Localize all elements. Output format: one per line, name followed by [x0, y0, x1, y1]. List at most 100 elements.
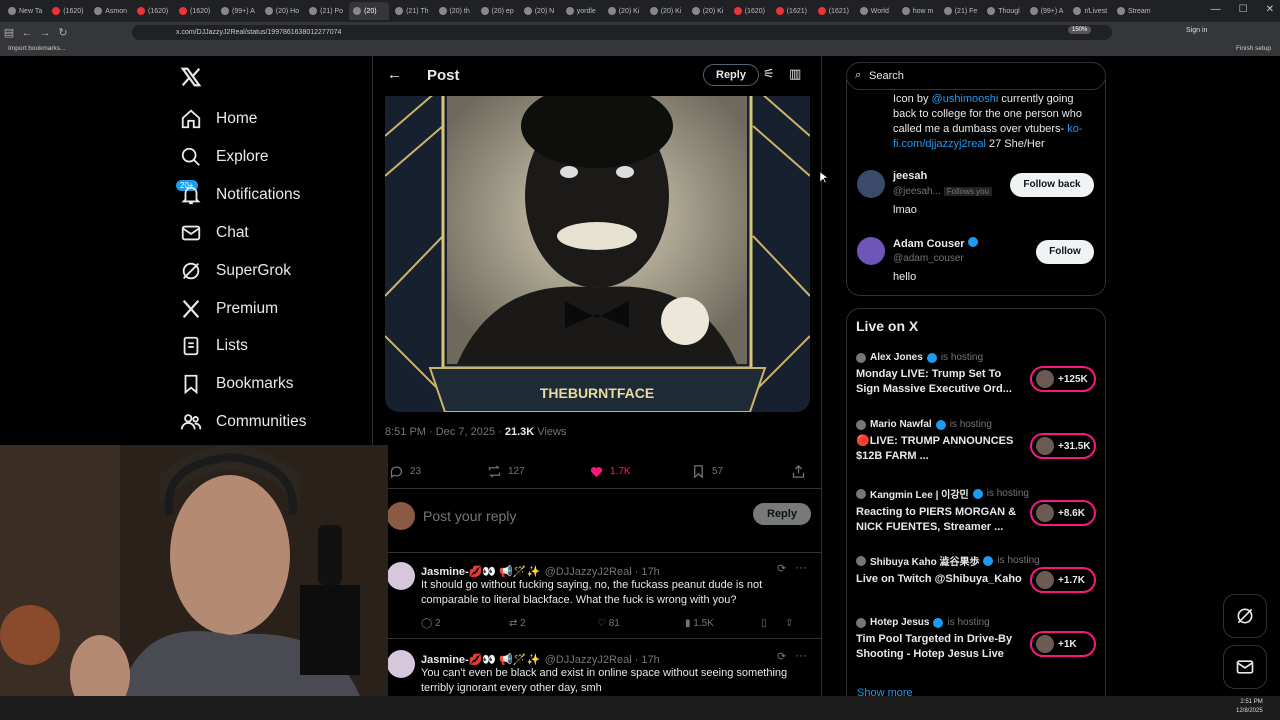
- live-join-button[interactable]: +1K: [1030, 631, 1096, 657]
- forward-icon[interactable]: →: [36, 27, 54, 39]
- post-image[interactable]: THEBURNTFACE: [385, 96, 810, 412]
- live-item[interactable]: Mario Nawfal is hosting 🔴LIVE: TRUMP ANNO…: [856, 419, 1096, 464]
- reply-text: You can't even be black and exist in onl…: [421, 667, 788, 694]
- browser-tab[interactable]: (99+) A: [217, 2, 259, 20]
- tab-favicon-icon: [901, 7, 910, 15]
- reply-submit-button[interactable]: Reply: [753, 503, 811, 525]
- zoom-indicator[interactable]: 150%: [1068, 26, 1092, 34]
- tab-label: (99+) A: [232, 7, 255, 15]
- reply-share-icon[interactable]: ⇪: [785, 618, 793, 629]
- live-join-button[interactable]: +8.6K: [1030, 500, 1096, 526]
- browser-tab[interactable]: (21) Fe: [940, 2, 982, 20]
- follow-button[interactable]: Follow: [1036, 240, 1094, 264]
- avatar[interactable]: [857, 170, 885, 198]
- reply-comment-button[interactable]: ◯ 2: [421, 618, 441, 629]
- nav-communities[interactable]: Communities: [180, 411, 306, 433]
- browser-tab[interactable]: World: [856, 2, 896, 20]
- browser-tab[interactable]: New Ta: [4, 2, 46, 20]
- sidebar-icon[interactable]: ▤: [0, 26, 18, 39]
- reply-repost-button[interactable]: ⇄ 2: [509, 618, 526, 629]
- reader-view-icon[interactable]: ▥: [789, 66, 801, 82]
- tab-favicon-icon: [309, 7, 318, 15]
- nav-premium[interactable]: Premium: [180, 298, 278, 320]
- browser-tab[interactable]: yordle: [562, 2, 602, 20]
- reply-author: Jasmine-💋👀 📢🪄✨: [421, 654, 541, 666]
- browser-tab[interactable]: (99+) A: [1026, 2, 1068, 20]
- browser-tab[interactable]: (20) N: [520, 2, 560, 20]
- user-name[interactable]: Adam Couser: [893, 237, 978, 250]
- live-item[interactable]: Shibuya Kaho 澁谷果歩 is hosting Live on Twit…: [856, 553, 1096, 593]
- live-item[interactable]: Hotep Jesus is hosting Tim Pool Targeted …: [856, 617, 1096, 662]
- user-name[interactable]: jeesah: [893, 170, 927, 182]
- tab-favicon-icon: [179, 7, 188, 15]
- browser-tab[interactable]: (20) Ki: [646, 2, 686, 20]
- browser-tab[interactable]: (1621): [814, 2, 854, 20]
- follow-back-button[interactable]: Follow back: [1010, 173, 1094, 197]
- browser-tab[interactable]: (20) Ki: [604, 2, 644, 20]
- browser-tab[interactable]: (1620): [175, 2, 215, 20]
- browser-tab[interactable]: (21) Po: [305, 2, 347, 20]
- back-arrow-icon[interactable]: ←: [387, 66, 402, 83]
- nav-supergrok[interactable]: SuperGrok: [180, 260, 291, 282]
- maximize-icon[interactable]: ☐: [1239, 4, 1248, 15]
- browser-tab[interactable]: Asmon: [90, 2, 131, 20]
- nav-home[interactable]: Home: [180, 108, 257, 130]
- grok-icon[interactable]: ⟳: [777, 650, 786, 663]
- live-join-button[interactable]: +31.5K: [1030, 433, 1096, 459]
- grok-icon[interactable]: ⟳: [777, 562, 786, 575]
- live-join-button[interactable]: +1.7K: [1030, 567, 1096, 593]
- back-icon[interactable]: ←: [18, 27, 36, 39]
- sign-in-button[interactable]: Sign in: [1186, 27, 1207, 34]
- browser-tab[interactable]: (20): [349, 2, 390, 20]
- browser-tab[interactable]: (1621): [772, 2, 812, 20]
- browser-tab[interactable]: r/Livest: [1069, 2, 1111, 20]
- header-reply-button[interactable]: Reply: [703, 64, 759, 86]
- live-item[interactable]: Kangmin Lee | 이강민 is hosting Reacting to …: [856, 486, 1096, 535]
- browser-tab[interactable]: (20) th: [435, 2, 475, 20]
- browser-tab[interactable]: (20) Ho: [261, 2, 303, 20]
- browser-tab[interactable]: (1620): [133, 2, 173, 20]
- browser-tab[interactable]: how m: [898, 2, 938, 20]
- browser-tab[interactable]: (1620): [730, 2, 770, 20]
- more-icon[interactable]: ···: [795, 560, 807, 574]
- browser-tab[interactable]: Thougl: [983, 2, 1023, 20]
- reload-icon[interactable]: ↻: [54, 26, 72, 39]
- browser-tab[interactable]: Stream: [1113, 2, 1155, 20]
- reply-count-button[interactable]: 23: [389, 464, 421, 479]
- nav-explore[interactable]: Explore: [180, 146, 269, 168]
- live-section-title: Live on X: [856, 318, 919, 334]
- browser-tab[interactable]: (20) Ki: [688, 2, 728, 20]
- like-count-button[interactable]: 1.7K: [589, 464, 631, 479]
- nav-chat[interactable]: Chat: [180, 222, 249, 244]
- address-bar[interactable]: x.com/DJJazzyJ2Real/status/1997861638012…: [132, 25, 1112, 40]
- reply-views-button[interactable]: ▮ 1.5K: [685, 618, 714, 629]
- bookmark-count-button[interactable]: 57: [691, 464, 723, 479]
- tab-favicon-icon: [480, 7, 489, 15]
- grok-fab-button[interactable]: [1223, 594, 1267, 638]
- nav-lists[interactable]: Lists: [180, 335, 248, 357]
- reply-bookmark-icon[interactable]: ▯: [761, 618, 767, 629]
- more-icon[interactable]: ···: [795, 648, 807, 662]
- import-bookmarks-link[interactable]: Import bookmarks...: [8, 45, 65, 52]
- browser-tab[interactable]: (1620): [48, 2, 88, 20]
- window-controls: — ☐ ✕: [1211, 4, 1274, 15]
- repost-count-button[interactable]: 127: [487, 464, 525, 479]
- live-item[interactable]: Alex Jones is hosting Monday LIVE: Trump …: [856, 352, 1096, 397]
- browser-tab[interactable]: (20) ep: [477, 2, 518, 20]
- finish-setup-link[interactable]: Finish setup: [1236, 45, 1271, 52]
- nav-notifications[interactable]: Notifications: [180, 184, 300, 206]
- filter-icon[interactable]: ⚟: [763, 66, 775, 82]
- browser-tab[interactable]: (21) Th: [391, 2, 432, 20]
- reply-input[interactable]: Post your reply: [423, 508, 516, 524]
- system-clock[interactable]: 2:51 PM 12/8/2025: [1236, 698, 1263, 716]
- avatar[interactable]: [857, 237, 885, 265]
- messages-fab-button[interactable]: [1223, 645, 1267, 689]
- bio-link[interactable]: @ushimooshi: [932, 93, 999, 105]
- nav-bookmarks[interactable]: Bookmarks: [180, 373, 294, 395]
- x-logo-icon[interactable]: [180, 66, 202, 93]
- share-button[interactable]: [791, 464, 806, 479]
- reply-like-button[interactable]: ♡ 81: [597, 618, 620, 629]
- close-icon[interactable]: ✕: [1266, 4, 1274, 15]
- live-join-button[interactable]: +125K: [1030, 366, 1096, 392]
- minimize-icon[interactable]: —: [1211, 4, 1221, 15]
